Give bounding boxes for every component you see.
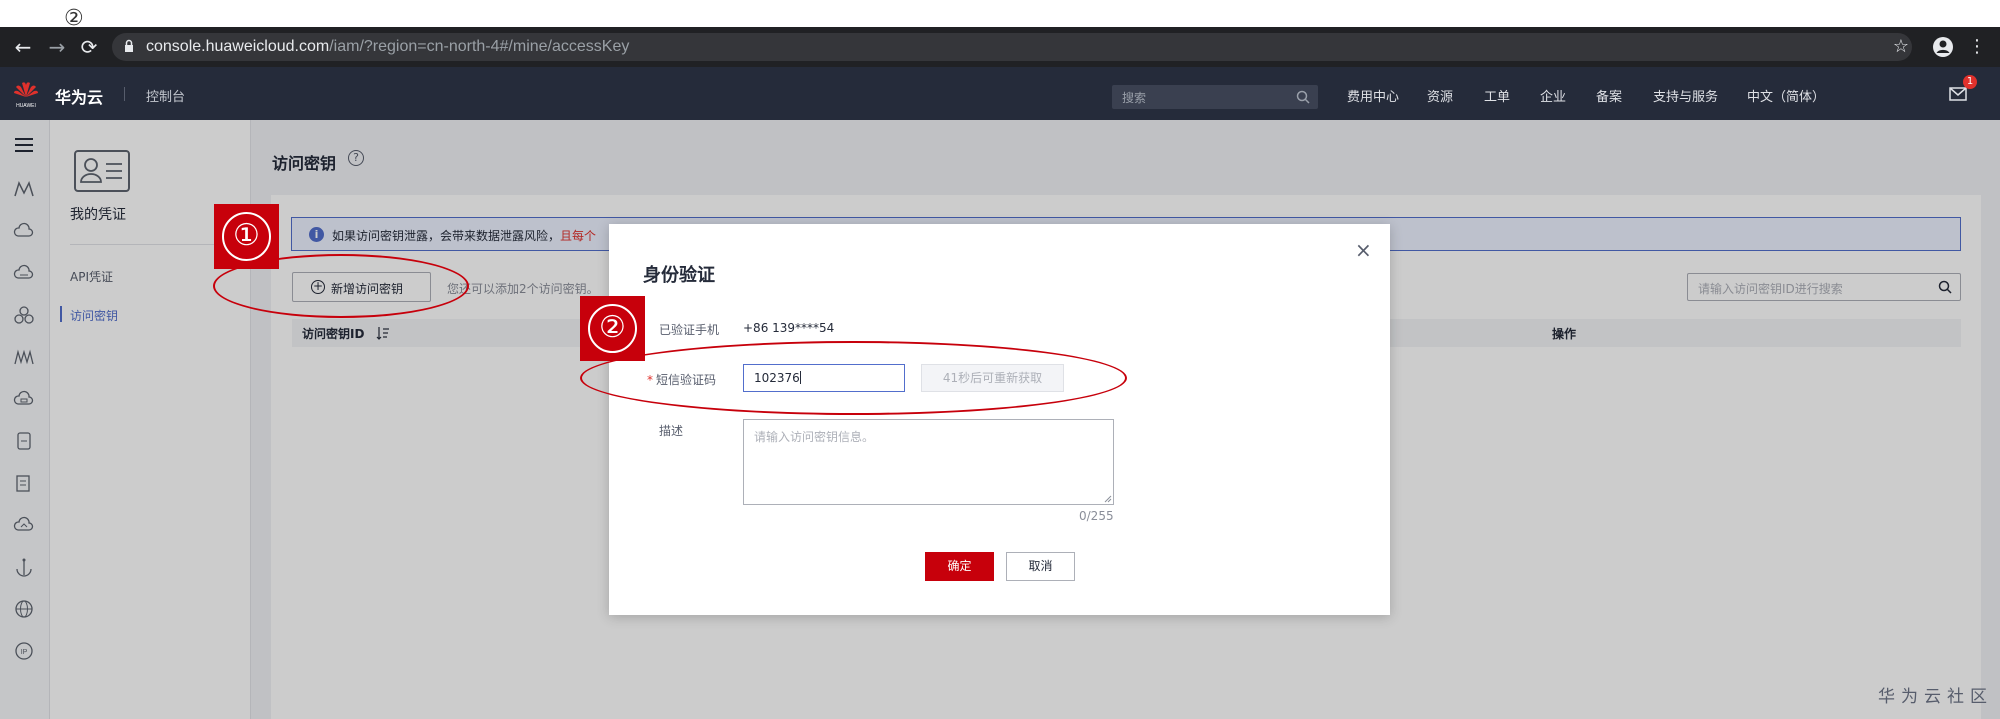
- forward-arrow-icon[interactable]: →: [46, 36, 68, 58]
- profile-icon[interactable]: [1932, 36, 1954, 58]
- url-text: console.huaweicloud.com/iam/?region=cn-n…: [146, 38, 629, 56]
- console-link[interactable]: 控制台: [146, 86, 185, 105]
- identity-verification-dialog: 身份验证 × 已验证手机 +86 139****54 * 短信验证码 102376…: [609, 224, 1390, 615]
- console-header: HUAWEI 华为云 控制台 搜索 费用中心 资源 工单 企业 备案 支持与服务…: [0, 67, 2000, 120]
- lock-icon: [125, 39, 133, 52]
- annotation-number-1: ①: [222, 212, 271, 261]
- annotation-badge-2: ②: [580, 296, 645, 361]
- bookmark-star-icon[interactable]: ☆: [1890, 36, 1912, 58]
- watermark: 华为云社区: [1878, 687, 1993, 707]
- resize-grip-icon[interactable]: [1104, 495, 1112, 503]
- nav-tickets[interactable]: 工单: [1484, 86, 1510, 105]
- logo-text: HUAWEI: [16, 103, 36, 109]
- url-host: console.huaweicloud.com: [146, 38, 330, 55]
- mail-icon[interactable]: [1949, 87, 1967, 101]
- description-label: 描述: [659, 424, 684, 438]
- brand-name[interactable]: 华为云: [55, 84, 103, 108]
- nav-language[interactable]: 中文（简体）: [1747, 86, 1825, 105]
- dialog-title: 身份验证: [643, 265, 715, 286]
- char-counter: 0/255: [1079, 509, 1114, 523]
- back-arrow-icon[interactable]: ←: [12, 36, 34, 58]
- mail-badge: 1: [1963, 75, 1977, 89]
- cancel-button[interactable]: 取消: [1006, 552, 1075, 581]
- description-placeholder: 请输入访问密钥信息。: [754, 430, 875, 444]
- header-search-placeholder: 搜索: [1122, 91, 1147, 105]
- browser-toolbar: ← → ⟳ console.huaweicloud.com/iam/?regio…: [0, 27, 2000, 67]
- huawei-logo-icon[interactable]: HUAWEI: [12, 79, 40, 109]
- nav-billing[interactable]: 费用中心: [1347, 86, 1399, 105]
- annotation-ellipse-2: [580, 341, 1127, 415]
- url-path: /iam/?region=cn-north-4#/mine/accessKey: [329, 38, 630, 55]
- confirm-button[interactable]: 确定: [925, 552, 994, 581]
- nav-resources[interactable]: 资源: [1427, 86, 1453, 105]
- header-search-input[interactable]: 搜索: [1112, 85, 1318, 109]
- browser-menu-icon[interactable]: ⋮: [1966, 36, 1988, 58]
- reload-icon[interactable]: ⟳: [78, 36, 100, 58]
- address-bar[interactable]: console.huaweicloud.com/iam/?region=cn-n…: [112, 33, 1912, 61]
- phone-value: +86 139****54: [743, 321, 835, 335]
- annotation-number-2: ②: [588, 304, 637, 353]
- description-textarea[interactable]: 请输入访问密钥信息。: [743, 419, 1114, 505]
- search-icon[interactable]: [1296, 90, 1310, 104]
- close-icon[interactable]: ×: [1355, 240, 1372, 260]
- phone-label: 已验证手机: [659, 323, 720, 337]
- nav-support[interactable]: 支持与服务: [1653, 86, 1718, 105]
- nav-enterprise[interactable]: 企业: [1540, 86, 1566, 105]
- annotation-badge-1: ①: [214, 204, 279, 269]
- nav-filing[interactable]: 备案: [1596, 86, 1622, 105]
- header-divider: [124, 87, 125, 101]
- top-strip: ②: [0, 0, 2000, 30]
